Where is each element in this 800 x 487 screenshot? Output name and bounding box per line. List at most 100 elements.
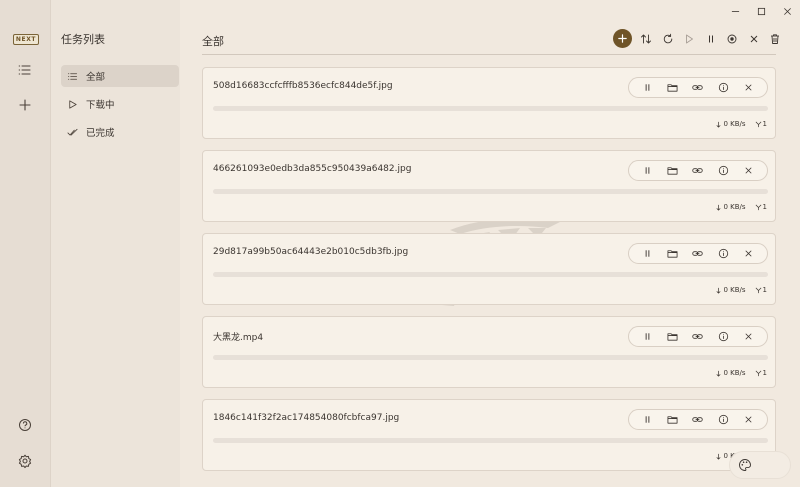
settings-icon[interactable] xyxy=(16,452,34,470)
remove-task-button[interactable] xyxy=(740,246,756,262)
task-filename: 大黑龙.mp4 xyxy=(213,333,264,343)
download-speed: 0 KB/s xyxy=(723,203,746,211)
info-icon xyxy=(718,82,728,93)
maximize-button[interactable] xyxy=(748,4,774,18)
progress-bar xyxy=(213,106,768,111)
download-speed-icon xyxy=(716,453,721,460)
open-folder-button[interactable] xyxy=(665,329,681,345)
download-speed: 0 KB/s xyxy=(723,286,746,294)
sidebar-item-downloading[interactable]: 下载中 xyxy=(61,93,179,115)
task-actions xyxy=(628,326,768,347)
minimize-icon xyxy=(731,10,739,12)
pause-task-button[interactable] xyxy=(640,80,656,96)
copy-link-button[interactable] xyxy=(690,412,706,428)
task-info-button[interactable] xyxy=(715,80,731,96)
delete-button[interactable] xyxy=(765,29,785,48)
task-actions xyxy=(628,409,768,430)
close-icon xyxy=(783,7,791,15)
link-icon xyxy=(692,85,704,90)
progress-bar xyxy=(213,189,768,194)
open-folder-button[interactable] xyxy=(665,412,681,428)
list-icon[interactable] xyxy=(16,61,34,79)
remove-task-button[interactable] xyxy=(740,163,756,179)
copy-link-button[interactable] xyxy=(690,329,706,345)
clear-button[interactable] xyxy=(744,29,764,48)
plus-icon[interactable] xyxy=(16,96,34,114)
task-actions xyxy=(628,243,768,264)
resume-all-button[interactable] xyxy=(679,29,699,48)
open-folder-button[interactable] xyxy=(665,80,681,96)
folder-icon xyxy=(667,416,678,424)
connection-count: 1 xyxy=(762,203,767,211)
window-controls xyxy=(722,4,800,18)
theme-button[interactable] xyxy=(729,451,791,479)
remove-task-button[interactable] xyxy=(740,329,756,345)
palette-icon xyxy=(739,459,751,471)
task-card[interactable]: 大黑龙.mp4 0 KB/s 1 xyxy=(202,316,776,388)
progress-bar xyxy=(213,272,768,277)
remove-icon xyxy=(745,333,752,340)
close-window-button[interactable] xyxy=(774,4,800,18)
check-icon xyxy=(67,128,78,136)
open-folder-button[interactable] xyxy=(665,246,681,262)
sidebar-item-completed[interactable]: 已完成 xyxy=(61,121,179,143)
folder-icon xyxy=(667,250,678,258)
download-speed: 0 KB/s xyxy=(723,369,746,377)
record-button[interactable] xyxy=(722,29,742,48)
remove-icon xyxy=(745,250,752,257)
connections-icon xyxy=(755,121,761,127)
task-filename: 508d16683ccfcfffb8536ecfc844de5f.jpg xyxy=(213,81,393,91)
download-speed-icon xyxy=(716,121,721,128)
open-folder-button[interactable] xyxy=(665,163,681,179)
sidebar-item-all[interactable]: 全部 xyxy=(61,65,179,87)
maximize-icon xyxy=(757,7,765,15)
task-info-button[interactable] xyxy=(715,163,731,179)
task-info-button[interactable] xyxy=(715,329,731,345)
task-meta: 0 KB/s 1 xyxy=(715,286,767,294)
task-actions xyxy=(628,77,768,98)
minimize-button[interactable] xyxy=(722,4,748,18)
help-icon[interactable] xyxy=(16,416,34,434)
copy-link-button[interactable] xyxy=(690,163,706,179)
link-icon xyxy=(692,417,704,422)
list-icon xyxy=(67,72,78,80)
sidebar-item-label: 全部 xyxy=(86,72,106,83)
info-icon xyxy=(718,414,728,425)
remove-icon xyxy=(745,416,752,423)
task-filename: 466261093e0edb3da855c950439a6482.jpg xyxy=(213,164,412,174)
copy-link-button[interactable] xyxy=(690,80,706,96)
resume-all-icon xyxy=(686,34,693,43)
add-task-button[interactable] xyxy=(613,29,632,48)
task-actions xyxy=(628,160,768,181)
connection-count: 1 xyxy=(762,120,767,128)
remove-task-button[interactable] xyxy=(740,412,756,428)
task-card[interactable]: 508d16683ccfcfffb8536ecfc844de5f.jpg 0 K… xyxy=(202,67,776,139)
task-card[interactable]: 466261093e0edb3da855c950439a6482.jpg 0 K… xyxy=(202,150,776,222)
pause-task-button[interactable] xyxy=(640,329,656,345)
copy-link-button[interactable] xyxy=(690,246,706,262)
download-speed-icon xyxy=(716,287,721,294)
clear-icon xyxy=(750,35,757,42)
pause-all-button[interactable] xyxy=(701,29,721,48)
task-meta: 0 KB/s 1 xyxy=(715,120,767,128)
pause-task-button[interactable] xyxy=(640,163,656,179)
refresh-button[interactable] xyxy=(658,29,678,48)
app-logo: NEXT xyxy=(13,34,39,45)
task-info-button[interactable] xyxy=(715,246,731,262)
task-info-button[interactable] xyxy=(715,412,731,428)
sidebar-item-label: 已完成 xyxy=(86,128,115,139)
connection-count: 1 xyxy=(762,369,767,377)
remove-task-button[interactable] xyxy=(740,80,756,96)
page-title: 全部 xyxy=(202,35,224,48)
folder-icon xyxy=(667,333,678,341)
sort-button[interactable] xyxy=(636,29,656,48)
task-card[interactable]: 1846c141f32f2ac174854080fcbfca97.jpg 0 K… xyxy=(202,399,776,471)
left-rail: NEXT xyxy=(0,0,51,487)
refresh-icon xyxy=(663,33,672,43)
pause-icon xyxy=(645,333,650,340)
pause-task-button[interactable] xyxy=(640,246,656,262)
task-meta: 0 KB/s 1 xyxy=(715,369,767,377)
connection-count: 1 xyxy=(762,286,767,294)
task-card[interactable]: 29d817a99b50ac64443e2b010c5db3fb.jpg 0 K… xyxy=(202,233,776,305)
pause-task-button[interactable] xyxy=(640,412,656,428)
